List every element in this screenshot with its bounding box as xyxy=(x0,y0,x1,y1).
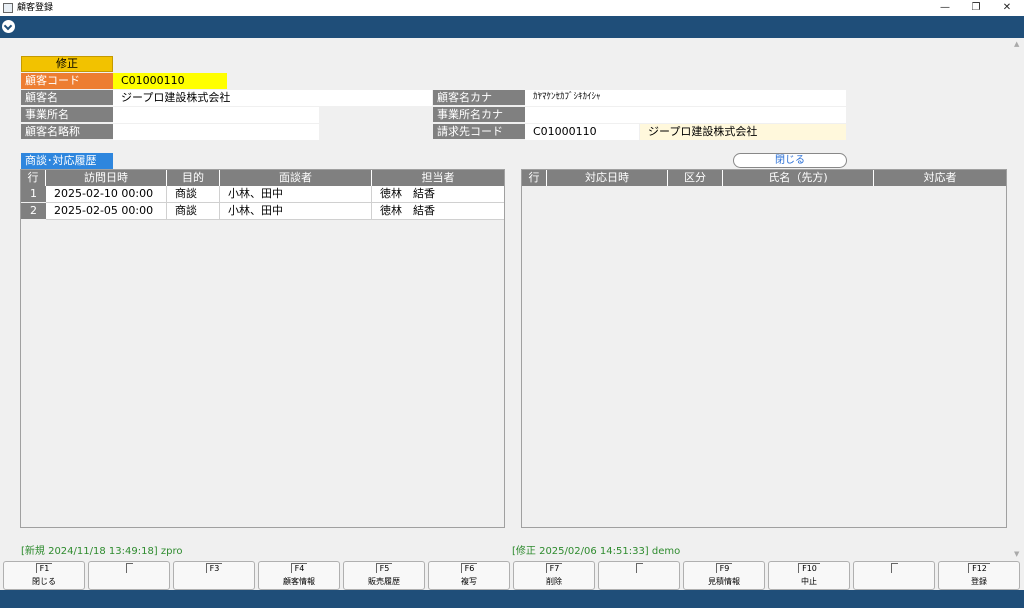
close-window-button[interactable]: ✕ xyxy=(990,0,1024,16)
billing-code-field[interactable]: C01000110 xyxy=(525,124,639,140)
table-cell-staff[interactable]: 徳林 結香 xyxy=(372,186,504,203)
app-icon xyxy=(3,3,13,13)
fkey-label: 閉じる xyxy=(32,577,56,586)
f7-delete-button[interactable]: F7 削除 xyxy=(513,561,595,590)
table-cell-datetime[interactable]: 2025-02-05 00:00 xyxy=(46,203,167,220)
col-header-response-datetime[interactable]: 対応日時 xyxy=(547,170,668,186)
col-header-purpose[interactable]: 目的 xyxy=(167,170,220,186)
col-header-staff[interactable]: 担当者 xyxy=(372,170,504,186)
visit-history-table: 行 訪問日時 目的 面談者 担当者 1 2025-02-10 00:00 商談 … xyxy=(20,169,505,528)
col-header-responder[interactable]: 対応者 xyxy=(874,170,1006,186)
col-header-row: 行 xyxy=(21,170,46,186)
fkey-number xyxy=(125,563,133,573)
table-cell-datetime[interactable]: 2025-02-10 00:00 xyxy=(46,186,167,203)
scroll-up-icon[interactable]: ▲ xyxy=(1014,40,1019,48)
f9-estimate-info-button[interactable]: F9 見積情報 xyxy=(683,561,765,590)
fkey-number: F9 xyxy=(715,563,733,573)
name-kana-field[interactable]: ｶﾔﾏｹﾝｾｶﾌﾞｼｷｶｲｼｬ xyxy=(525,90,846,106)
short-name-field[interactable] xyxy=(113,124,319,140)
fkey-label: 中止 xyxy=(801,577,817,586)
fkey-number: F3 xyxy=(205,563,223,573)
name-kana-label: 顧客名カナ xyxy=(433,90,525,106)
fkey-number: F6 xyxy=(460,563,478,573)
fkey-label: 見積情報 xyxy=(708,577,740,586)
fkey-label: 顧客情報 xyxy=(283,577,315,586)
fkey-number: F1 xyxy=(35,563,53,573)
modified-status: [修正 2025/02/06 14:51:33] demo xyxy=(512,546,681,557)
created-status: [新規 2024/11/18 13:49:18] zpro xyxy=(21,546,183,557)
f1-close-button[interactable]: F1 閉じる xyxy=(3,561,85,590)
f8-button[interactable] xyxy=(598,561,680,590)
f6-copy-button[interactable]: F6 複写 xyxy=(428,561,510,590)
f3-button[interactable]: F3 xyxy=(173,561,255,590)
col-header-attendees[interactable]: 面談者 xyxy=(220,170,372,186)
billing-name-field: ジープロ建設株式会社 xyxy=(640,124,846,140)
f5-sales-history-button[interactable]: F5 販売履歴 xyxy=(343,561,425,590)
billing-code-label: 請求先コード xyxy=(433,124,525,140)
fkey-number: F4 xyxy=(290,563,308,573)
col-header-category[interactable]: 区分 xyxy=(668,170,723,186)
table-cell-attendees[interactable]: 小林、田中 xyxy=(220,186,372,203)
table-cell-attendees[interactable]: 小林、田中 xyxy=(220,203,372,220)
fkey-number: F7 xyxy=(545,563,563,573)
fkey-label: 複写 xyxy=(461,577,477,586)
office-name-label: 事業所名 xyxy=(21,107,113,123)
fkey-number xyxy=(635,563,643,573)
col-header-contact-name[interactable]: 氏名（先方) xyxy=(723,170,874,186)
customer-code-label: 顧客コード xyxy=(21,73,113,89)
window-title: 顧客登録 xyxy=(17,3,54,13)
fkey-label: 削除 xyxy=(546,577,562,586)
fkey-label: 登録 xyxy=(971,577,987,586)
short-name-label: 顧客名略称 xyxy=(21,124,113,140)
f11-button[interactable] xyxy=(853,561,935,590)
office-kana-label: 事業所名カナ xyxy=(433,107,525,123)
table-cell-purpose[interactable]: 商談 xyxy=(167,186,220,203)
f2-button[interactable] xyxy=(88,561,170,590)
row-number[interactable]: 1 xyxy=(21,186,46,203)
customer-name-field[interactable]: ジープロ建設株式会社 xyxy=(113,90,432,106)
minimize-button[interactable]: — xyxy=(928,0,962,16)
row-number[interactable]: 2 xyxy=(21,203,46,220)
office-kana-field[interactable] xyxy=(525,107,846,123)
table-cell-staff[interactable]: 徳林 結香 xyxy=(372,203,504,220)
bottom-band xyxy=(0,590,1024,608)
fkey-number: F12 xyxy=(968,563,990,573)
fkey-number: F5 xyxy=(375,563,393,573)
col-header-row: 行 xyxy=(522,170,547,186)
fkey-label: 販売履歴 xyxy=(368,577,400,586)
col-header-visit-datetime[interactable]: 訪問日時 xyxy=(46,170,167,186)
fkey-number xyxy=(890,563,898,573)
history-section-label: 商談･対応履歴 xyxy=(21,153,113,169)
close-history-button[interactable]: 閉じる xyxy=(733,153,847,168)
fkey-number: F10 xyxy=(798,563,820,573)
chevron-down-icon[interactable] xyxy=(2,20,15,33)
header-band xyxy=(0,16,1024,38)
f10-cancel-button[interactable]: F10 中止 xyxy=(768,561,850,590)
table-cell-purpose[interactable]: 商談 xyxy=(167,203,220,220)
scroll-down-icon[interactable]: ▼ xyxy=(1014,550,1019,558)
f4-customer-info-button[interactable]: F4 顧客情報 xyxy=(258,561,340,590)
mode-badge: 修正 xyxy=(21,56,113,72)
f12-register-button[interactable]: F12 登録 xyxy=(938,561,1020,590)
restore-button[interactable]: ❐ xyxy=(959,0,993,16)
title-bar: 顧客登録 — ❐ ✕ xyxy=(0,0,1024,16)
customer-code-field[interactable]: C01000110 xyxy=(113,73,227,89)
response-history-table: 行 対応日時 区分 氏名（先方) 対応者 xyxy=(521,169,1007,528)
customer-name-label: 顧客名 xyxy=(21,90,113,106)
office-name-field[interactable] xyxy=(113,107,319,123)
